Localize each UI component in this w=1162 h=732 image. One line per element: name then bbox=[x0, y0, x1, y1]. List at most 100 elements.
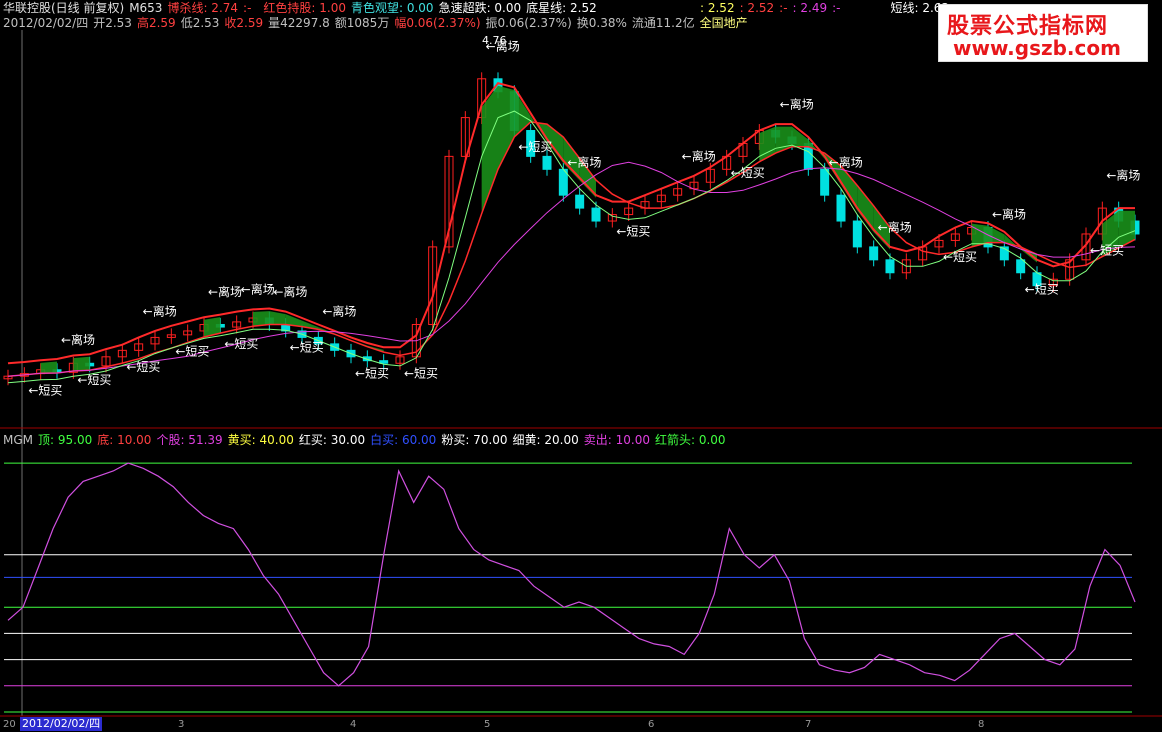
f1-value: 博杀线: 2.74 bbox=[167, 1, 239, 15]
ind-yellow-buy: 黄买: 40.00 bbox=[227, 433, 294, 447]
date-cursor-readout: 2012/02/02/四 bbox=[20, 717, 103, 731]
green-band bbox=[269, 311, 286, 325]
ind-stock: 个股: 51.39 bbox=[156, 433, 223, 447]
indicator-header: MGM 顶: 95.00 底: 10.00 个股: 51.39 黄买: 40.00 红买:… bbox=[3, 433, 731, 447]
ind-bottom: 底: 10.00 bbox=[97, 433, 152, 447]
exit-annotation: ←离场 bbox=[143, 303, 177, 318]
short-buy-annotation: ←短买 bbox=[1090, 244, 1124, 258]
low-value: 低2.53 bbox=[180, 16, 220, 30]
green-band bbox=[40, 361, 57, 374]
ind-red-buy: 红买: 30.00 bbox=[298, 433, 366, 447]
short-buy-annotation: ←短买 bbox=[731, 166, 765, 180]
exit-annotation: ←离场 bbox=[208, 284, 242, 299]
ohlc-line: 2012/02/02/四 开2.53 高2.59 低2.53 收2.59 量42297.8… bbox=[3, 16, 753, 30]
short-buy-annotation: ←短买 bbox=[355, 367, 389, 381]
short-buy-annotation: ←短买 bbox=[28, 383, 62, 397]
f6-value: : 2.52 bbox=[700, 1, 735, 15]
change-value: 幅0.06(2.37%) bbox=[394, 16, 481, 30]
exit-annotation: ←离场 bbox=[992, 206, 1026, 221]
chart-canvas: ←离场←离场←离场←离场←离场←离场←离场←离场 ←离场←离场←离场←离场←离场←… bbox=[0, 30, 1162, 717]
close-value: 收2.59 bbox=[224, 16, 264, 30]
candle-body bbox=[820, 168, 830, 196]
exit-annotation: ←离场 bbox=[273, 284, 307, 299]
short-buy-annotation: ←短买 bbox=[290, 341, 324, 355]
annotation-layer: ←离场←离场←离场←离场←离场←离场←离场←离场 ←离场←离场←离场←离场←离场←… bbox=[28, 38, 1140, 397]
amount-value: 额1085万 bbox=[334, 16, 390, 30]
candle-body bbox=[869, 246, 879, 261]
high-value: 高2.59 bbox=[136, 16, 176, 30]
short-buy-annotation: ←短买 bbox=[224, 337, 258, 351]
short-buy-annotation: ←短买 bbox=[126, 360, 160, 374]
exit-annotation: ←离场 bbox=[682, 148, 716, 163]
indicator-name[interactable]: MGM bbox=[3, 433, 33, 447]
turnover-value: 换0.38% bbox=[576, 16, 627, 30]
exit-annotation: ←离场 bbox=[61, 332, 95, 347]
x-tick-label: 20 bbox=[3, 719, 16, 730]
ind-white-buy: 白买: 60.00 bbox=[370, 433, 437, 447]
f1-sep: :- bbox=[243, 1, 252, 15]
ind-sell: 卖出: 10.00 bbox=[583, 433, 650, 447]
x-tick-label: 6 bbox=[648, 719, 655, 730]
short-buy-annotation: ←短买 bbox=[943, 250, 977, 264]
ind-red-arrow: 红箭头: 0.00 bbox=[654, 433, 726, 447]
stock-code: M653 bbox=[129, 1, 163, 15]
f7-value: : 2.52 bbox=[739, 1, 775, 15]
ind-top: 顶: 95.00 bbox=[38, 433, 93, 447]
price-panel bbox=[3, 72, 1140, 386]
short-buy-annotation: ←短买 bbox=[404, 367, 438, 381]
oscillator-line bbox=[7, 462, 1136, 687]
sector-value[interactable]: 全国地产 bbox=[700, 16, 748, 30]
green-band bbox=[759, 126, 776, 162]
watermark-logo: 股票公式指标网 www.gszb.com bbox=[938, 4, 1148, 62]
x-tick-label: 8 bbox=[978, 719, 985, 730]
f8-sep: :- bbox=[832, 1, 841, 15]
f2-value: 红色持股: 1.00 bbox=[263, 1, 346, 15]
candle-body bbox=[575, 194, 585, 209]
price-info-right: : 2.52: 2.52:-: 2.49:-短线: 2.63:- bbox=[700, 1, 967, 15]
exit-annotation: ←离场 bbox=[829, 155, 863, 170]
float-value: 流通11.2亿 bbox=[631, 16, 695, 30]
candle-body bbox=[542, 155, 552, 170]
f7-sep: :- bbox=[779, 1, 788, 15]
x-tick-label: 5 bbox=[484, 719, 491, 730]
exit-annotation: ←离场 bbox=[322, 303, 356, 318]
candle-body bbox=[836, 194, 846, 222]
exit-annotation: ←离场 bbox=[1106, 168, 1140, 183]
high-marker-label: 4.76 bbox=[482, 34, 507, 47]
exit-annotation: ←离场 bbox=[780, 97, 814, 112]
watermark-url: www.gszb.com bbox=[953, 36, 1121, 60]
short-buy-annotation: ←短买 bbox=[1025, 282, 1059, 296]
short-buy-annotation: ←短买 bbox=[616, 224, 650, 238]
exit-annotation: ←离场 bbox=[241, 281, 275, 296]
volume-value: 量42297.8 bbox=[268, 16, 330, 30]
green-band bbox=[498, 85, 515, 170]
candle-body bbox=[885, 259, 895, 274]
short-buy-annotation: ←短买 bbox=[77, 373, 111, 387]
indicator-panel bbox=[4, 462, 1136, 713]
exit-annotation: ←离场 bbox=[567, 155, 601, 170]
candle-body bbox=[1016, 259, 1026, 274]
price-info-line: 华联控股(日线 前复权) M653 博杀线: 2.74 :- 红色持股: 1.00 青色观… bbox=[3, 1, 602, 15]
ind-thin-yellow: 细黄: 20.00 bbox=[512, 433, 579, 447]
green-band bbox=[73, 356, 90, 372]
f5-value: 底星线: 2.52 bbox=[526, 1, 597, 15]
open-value: 开2.53 bbox=[93, 16, 132, 30]
x-tick-label: 7 bbox=[805, 719, 812, 730]
exit-annotation: ←离场 bbox=[878, 219, 912, 234]
candle-body bbox=[852, 220, 862, 248]
short-buy-annotation: ←短买 bbox=[175, 345, 209, 359]
short-buy-annotation: ←短买 bbox=[518, 140, 552, 154]
green-band bbox=[253, 311, 270, 327]
ind-pink-buy: 粉买: 70.00 bbox=[441, 433, 508, 447]
f3-value: 青色观望: 0.00 bbox=[350, 1, 434, 15]
date-value: 2012/02/02/四 bbox=[3, 16, 89, 30]
green-band bbox=[1118, 210, 1135, 248]
amplitude-value: 振0.06(2.37%) bbox=[485, 16, 572, 30]
ma-fast-line bbox=[7, 81, 1135, 365]
candle-body bbox=[591, 207, 601, 222]
x-tick-label: 4 bbox=[350, 719, 357, 730]
stock-name[interactable]: 华联控股(日线 前复权) bbox=[3, 1, 124, 15]
f8-value: : 2.49 bbox=[792, 1, 828, 15]
f4-value: 急速超跌: 0.00 bbox=[438, 1, 522, 15]
x-tick-label: 3 bbox=[178, 719, 185, 730]
